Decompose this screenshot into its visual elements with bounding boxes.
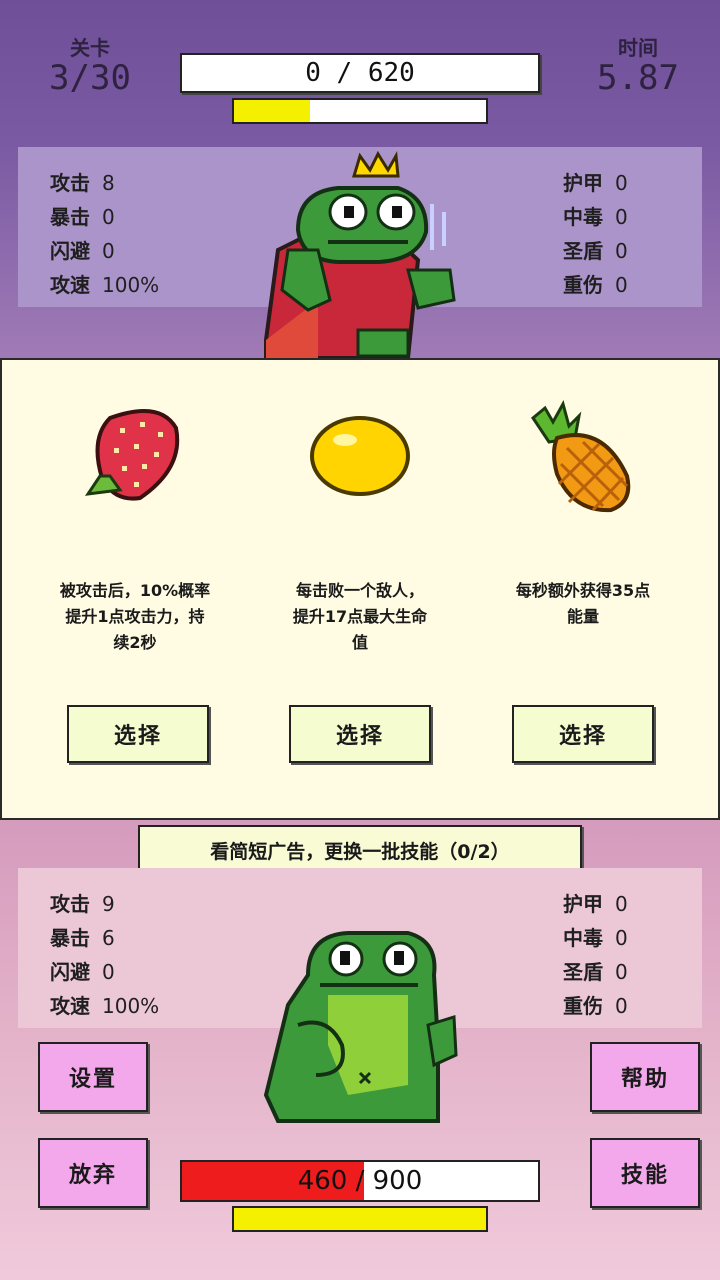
skill-2-desc-line-1: 每击败一个敌人，	[295, 581, 424, 600]
frog-player-sprite	[263, 931, 458, 1123]
enemy-energy-bar	[232, 98, 488, 124]
time-label: 时间	[618, 36, 658, 60]
enemy-stat-attack: 攻击 8	[50, 171, 115, 195]
enemy-hp-text: 0 / 620	[305, 58, 415, 88]
skills-button[interactable]: 技能	[590, 1138, 700, 1208]
player-stat-attack: 攻击 9	[50, 892, 115, 916]
level-label: 关卡	[70, 36, 110, 60]
skill-3-desc-line-2: 能量	[566, 607, 599, 626]
select-skill-1-button[interactable]: 选择	[67, 705, 209, 763]
level-value: 3/30	[49, 58, 131, 98]
pineapple-icon	[531, 400, 631, 513]
strawberry-icon	[84, 409, 180, 501]
player-stat-armor: 护甲 0	[563, 892, 628, 916]
give-up-button[interactable]: 放弃	[38, 1138, 148, 1208]
player-energy-fill	[234, 1208, 486, 1230]
enemy-stat-poison: 中毒 0	[563, 205, 628, 229]
enemy-stat-shield: 圣盾 0	[563, 239, 628, 263]
player-stat-wound: 重伤 0	[563, 994, 628, 1018]
player-stat-shield: 圣盾 0	[563, 960, 628, 984]
skill-3-desc-line-1: 每秒额外获得35点	[515, 581, 651, 600]
skill-card-1: 被攻击后，10%概率 提升1点攻击力，持 续2秒	[30, 398, 240, 652]
player-hp-text: 460 / 900	[297, 1166, 423, 1196]
lemon-icon	[310, 416, 410, 496]
player-stat-attack-speed: 攻速 100%	[50, 994, 160, 1018]
settings-button[interactable]: 设置	[38, 1042, 148, 1112]
skill-1-desc-line-1: 被攻击后，10%概率	[59, 581, 211, 600]
enemy-stat-dodge: 闪避 0	[50, 239, 115, 263]
enemy-stat-crit: 暴击 0	[50, 205, 115, 229]
select-skill-2-button[interactable]: 选择	[289, 705, 431, 763]
time-value: 5.87	[597, 58, 679, 98]
select-skill-3-button[interactable]: 选择	[512, 705, 654, 763]
skill-1-desc-line-2: 提升1点攻击力，持	[65, 607, 205, 626]
enemy-stat-wound: 重伤 0	[563, 273, 628, 297]
enemy-stat-armor: 护甲 0	[563, 171, 628, 195]
skill-2-desc-line-3: 值	[351, 633, 368, 652]
player-stat-dodge: 闪避 0	[50, 960, 115, 984]
skill-card-2: 每击败一个敌人， 提升17点最大生命 值	[255, 398, 465, 652]
enemy-hp-bar: 0 / 620	[180, 53, 540, 93]
player-stat-crit: 暴击 6	[50, 926, 115, 950]
skill-2-desc-line-2: 提升17点最大生命	[292, 607, 428, 626]
player-stat-poison: 中毒 0	[563, 926, 628, 950]
skill-card-3: 每秒额外获得35点 能量	[478, 398, 688, 626]
player-energy-bar	[232, 1206, 488, 1232]
help-button[interactable]: 帮助	[590, 1042, 700, 1112]
enemy-energy-fill	[234, 100, 310, 122]
enemy-stat-attack-speed: 攻速 100%	[50, 273, 160, 297]
player-hp-bar: 460 / 900	[180, 1160, 540, 1202]
frog-king-enemy-sprite	[264, 150, 456, 360]
skill-1-desc-line-3: 续2秒	[113, 633, 157, 652]
